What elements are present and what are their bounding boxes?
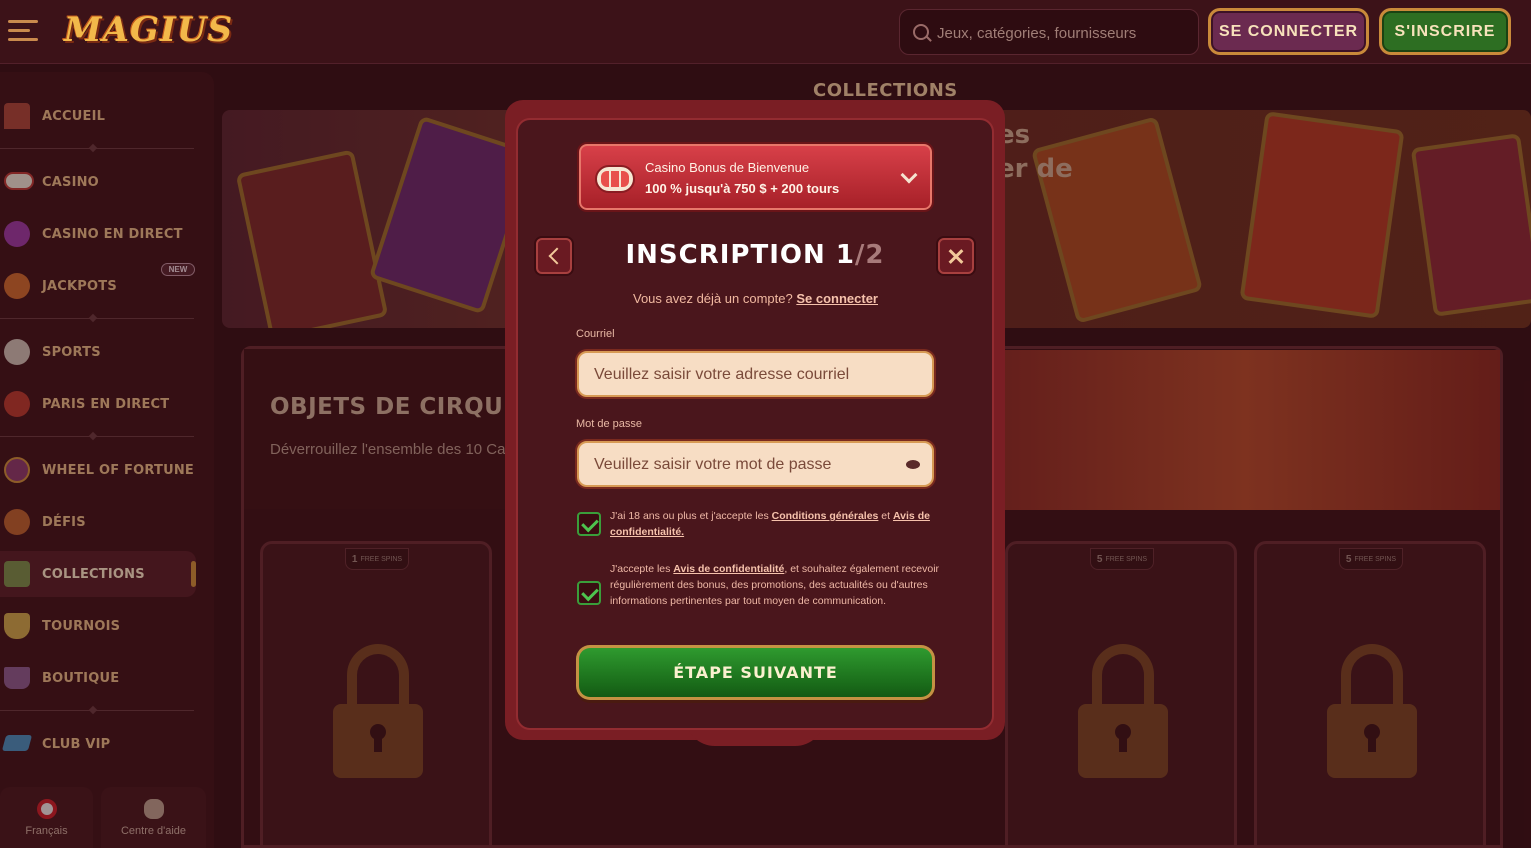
- bonus-title: Casino Bonus de Bienvenue: [645, 160, 810, 175]
- search-input[interactable]: [937, 21, 1187, 45]
- marketing-text: J'accepte les Avis de confidentialité, e…: [610, 563, 940, 607]
- marketing-checkbox[interactable]: [577, 581, 601, 605]
- bonus-offer: 100 % jusqu'à 750 $ + 200 tours: [645, 181, 840, 196]
- signup-button[interactable]: S'INSCRIRE: [1379, 8, 1511, 55]
- back-button[interactable]: [536, 238, 572, 274]
- next-step-button[interactable]: ÉTAPE SUIVANTE: [576, 645, 935, 700]
- search-bar[interactable]: [899, 9, 1199, 55]
- slot-reels-icon: [595, 165, 635, 193]
- search-icon: [913, 24, 929, 40]
- privacy-link[interactable]: Avis de confidentialité: [673, 563, 784, 575]
- eye-icon[interactable]: [906, 460, 920, 469]
- logo[interactable]: MAGIUS: [64, 10, 233, 50]
- top-header: MAGIUS SE CONNECTER S'INSCRIRE: [0, 0, 1531, 64]
- terms-text: J'ai 18 ans ou plus et j'accepte les Con…: [610, 510, 930, 538]
- login-button[interactable]: SE CONNECTER: [1208, 8, 1369, 55]
- login-prompt: Vous avez déjà un compte? Se connecter: [632, 291, 878, 306]
- login-link[interactable]: Se connecter: [796, 291, 878, 306]
- password-field[interactable]: [594, 455, 894, 475]
- next-step-label: ÉTAPE SUIVANTE: [579, 648, 932, 697]
- menu-icon[interactable]: [8, 20, 38, 42]
- email-label: Courriel: [576, 328, 615, 340]
- modal-title: INSCRIPTION 1/2: [625, 240, 885, 270]
- terms-link[interactable]: Conditions générales: [772, 510, 879, 522]
- email-field-wrapper[interactable]: [577, 351, 934, 397]
- password-label: Mot de passe: [576, 418, 643, 430]
- password-field-wrapper[interactable]: [577, 441, 934, 487]
- terms-checkbox[interactable]: [577, 512, 601, 536]
- chevron-down-icon[interactable]: [900, 166, 918, 184]
- bonus-selector[interactable]: Casino Bonus de Bienvenue 100 % jusqu'à …: [577, 142, 934, 212]
- close-button[interactable]: [938, 238, 974, 274]
- email-field[interactable]: [594, 365, 894, 385]
